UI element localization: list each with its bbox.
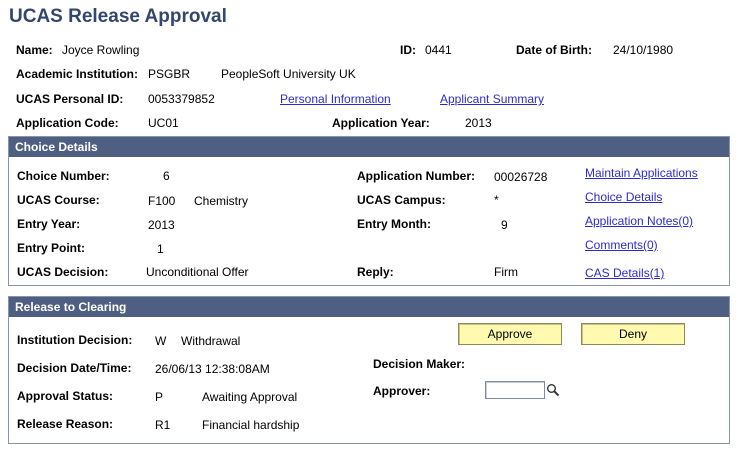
dob-label: Date of Birth: (516, 43, 592, 57)
id-value: 0441 (425, 43, 452, 57)
choice-details-link[interactable]: Choice Details (585, 190, 662, 204)
personal-id-value: 0053379852 (148, 92, 215, 106)
approver-input[interactable] (485, 381, 545, 399)
entry-month-value: 9 (501, 218, 508, 232)
ucas-course-label: UCAS Course: (17, 193, 100, 207)
institution-decision-value: Withdrawal (181, 334, 241, 348)
personal-id-label: UCAS Personal ID: (16, 92, 124, 106)
application-number-value: 00026728 (494, 170, 548, 184)
institution-decision-label: Institution Decision: (17, 333, 133, 347)
decision-maker-label: Decision Maker: (373, 357, 466, 371)
personal-information-link[interactable]: Personal Information (280, 92, 391, 106)
application-code-value: UC01 (148, 116, 179, 130)
ucas-decision-label: UCAS Decision: (17, 265, 109, 279)
application-year-value: 2013 (465, 116, 492, 130)
choice-details-section: Choice Details (8, 136, 730, 286)
decision-datetime-value: 26/06/13 12:38:08AM (155, 362, 270, 376)
deny-button[interactable]: Deny (581, 323, 685, 345)
institution-code: PSGBR (148, 67, 191, 81)
entry-year-value: 2013 (148, 218, 175, 232)
application-code-label: Application Code: (16, 116, 119, 130)
approval-status-value: Awaiting Approval (202, 390, 298, 404)
application-number-label: Application Number: (357, 169, 476, 183)
comments-link[interactable]: Comments(0) (585, 238, 658, 252)
approve-button[interactable]: Approve (458, 323, 562, 345)
search-lookup-icon[interactable] (546, 383, 560, 397)
application-year-label: Application Year: (332, 116, 430, 130)
release-reason-value: Financial hardship (202, 418, 300, 432)
name-label: Name: (16, 43, 53, 57)
release-reason-code: R1 (155, 418, 171, 432)
reply-value: Firm (494, 265, 518, 279)
name-value: Joyce Rowling (62, 43, 140, 57)
page-title: UCAS Release Approval (9, 6, 227, 27)
choice-details-header: Choice Details (9, 137, 729, 157)
approval-status-label: Approval Status: (17, 389, 114, 403)
applicant-summary-link[interactable]: Applicant Summary (440, 92, 544, 106)
ucas-campus-value: * (494, 193, 499, 207)
institution-decision-code: W (155, 334, 167, 348)
cas-details-link[interactable]: CAS Details(1) (585, 266, 664, 280)
application-notes-link[interactable]: Application Notes(0) (585, 214, 693, 228)
institution-label: Academic Institution: (16, 67, 139, 81)
entry-month-label: Entry Month: (357, 217, 431, 231)
ucas-decision-value: Unconditional Offer (146, 265, 249, 279)
approver-label: Approver: (373, 384, 431, 398)
decision-datetime-label: Decision Date/Time: (17, 361, 132, 375)
entry-year-label: Entry Year: (17, 217, 81, 231)
dob-value: 24/10/1980 (613, 43, 674, 57)
choice-number-value: 6 (163, 169, 170, 183)
approval-status-code: P (155, 390, 164, 404)
ucas-course-name: Chemistry (194, 194, 249, 208)
release-to-clearing-header: Release to Clearing (9, 297, 729, 317)
choice-number-label: Choice Number: (17, 169, 110, 183)
institution-name: PeopleSoft University UK (221, 67, 356, 81)
ucas-course-code: F100 (148, 194, 176, 208)
entry-point-label: Entry Point: (17, 241, 85, 255)
ucas-campus-label: UCAS Campus: (357, 193, 446, 207)
reply-label: Reply: (357, 265, 394, 279)
release-reason-label: Release Reason: (17, 417, 114, 431)
id-label: ID: (400, 43, 416, 57)
maintain-applications-link[interactable]: Maintain Applications (585, 166, 698, 180)
entry-point-value: 1 (157, 242, 164, 256)
